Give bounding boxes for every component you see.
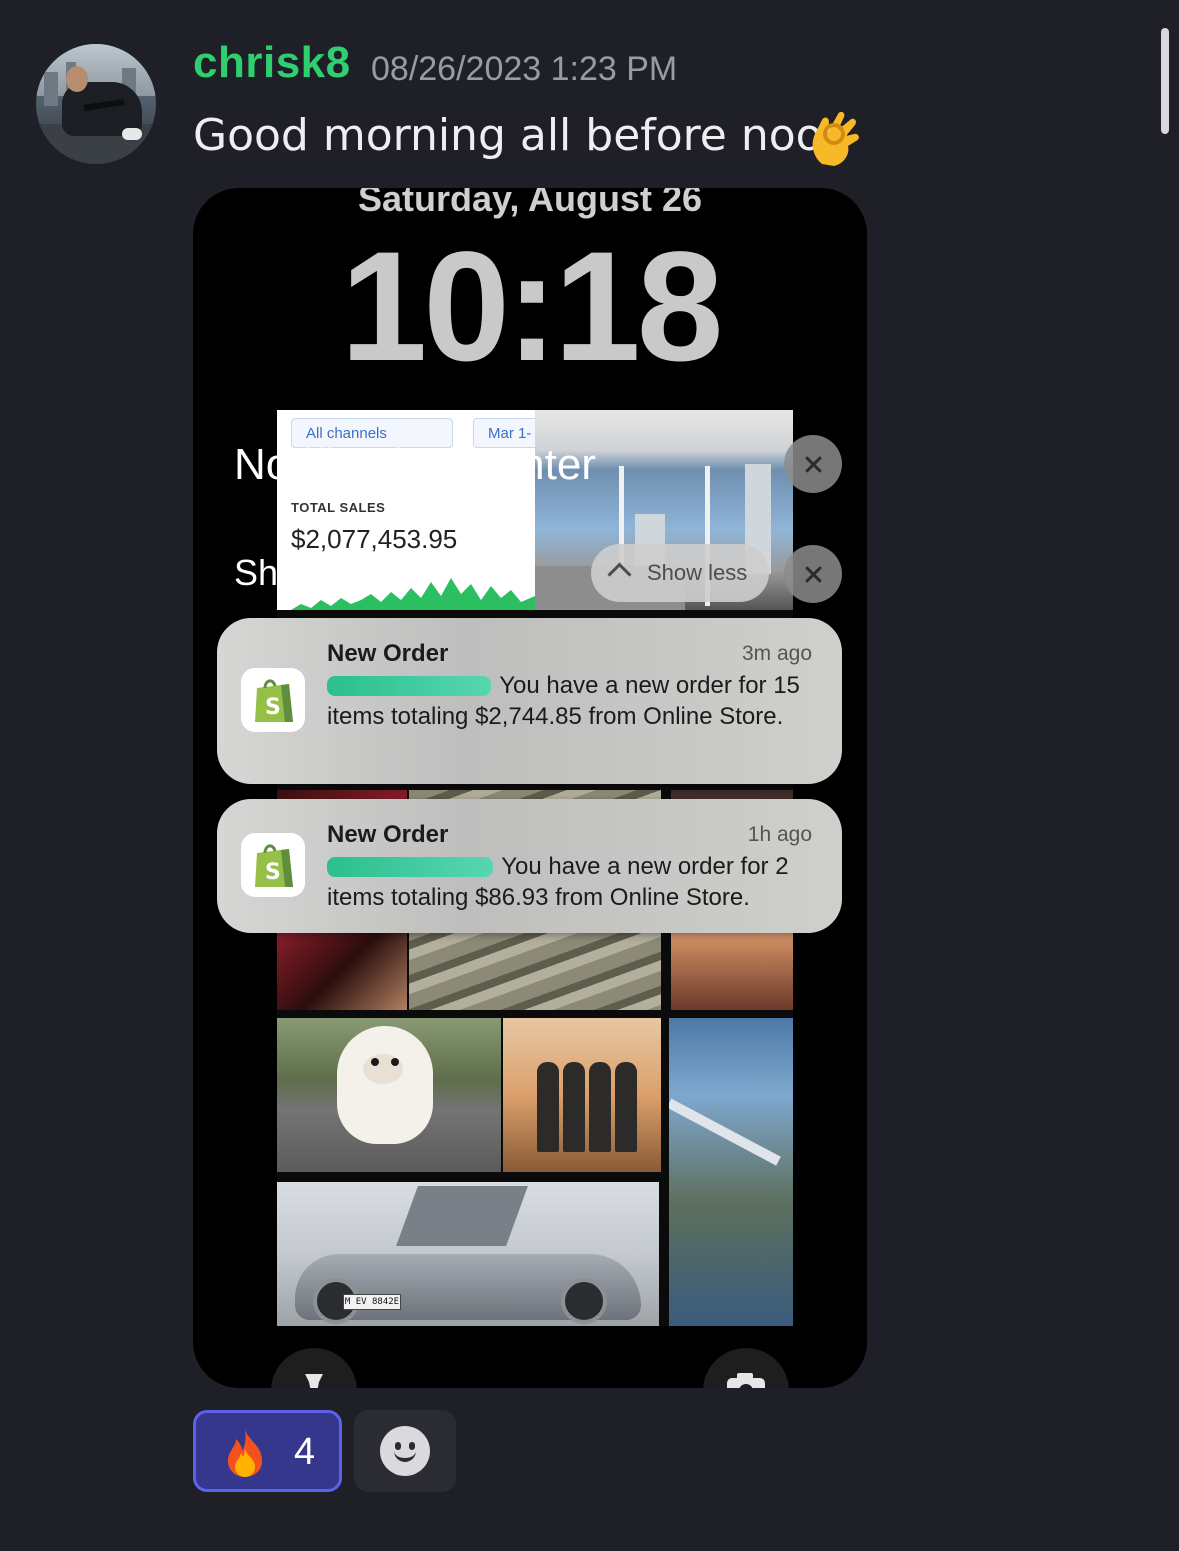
notification-center-close-icon[interactable] [784, 435, 842, 493]
username[interactable]: chrisk8 [193, 38, 351, 88]
friends-photo [503, 1018, 661, 1172]
flashlight-icon[interactable] [271, 1348, 357, 1388]
app-group-label: Shopify [234, 552, 355, 593]
lockscreen-date: Saturday, August 26 [357, 188, 703, 219]
redacted-customer-name [327, 857, 493, 877]
notification-title: New Order [327, 821, 449, 848]
avatar[interactable] [36, 44, 156, 164]
add-reaction-icon [380, 1426, 430, 1476]
notification-body: You have a new order for 15 items totali… [327, 670, 819, 732]
notification-body: You have a new order for 2 items totalin… [327, 851, 819, 913]
notification-age: 3m ago [741, 642, 812, 665]
app-group-close-icon[interactable] [784, 545, 842, 603]
ok-hand-icon [812, 111, 859, 166]
add-reaction-button[interactable] [354, 1410, 456, 1492]
show-less-button[interactable]: Show less [591, 544, 769, 602]
reaction-fire-button[interactable]: 4 [193, 1410, 342, 1492]
notification-age: 1h ago [747, 823, 812, 846]
message-timestamp: 08/26/2023 1:23 PM [371, 50, 678, 88]
notification-center-title: Notification Center [234, 440, 596, 489]
reaction-count: 4 [294, 1431, 316, 1473]
show-less-label: Show less [647, 560, 748, 585]
airplane-window-photo [669, 1018, 793, 1326]
notification-card[interactable]: S New Order 3m ago You have a new order … [217, 618, 842, 784]
sports-car-photo: M EV 8842E [277, 1182, 659, 1326]
lockscreen-screenshot[interactable]: Saturday, August 26 10:18 All channels M… [193, 188, 867, 1388]
camera-icon[interactable] [703, 1348, 789, 1388]
message-text: Good morning all before noon [193, 110, 851, 161]
svg-text:S: S [265, 695, 281, 720]
svg-text:S: S [265, 860, 281, 885]
license-plate: M EV 8842E [343, 1294, 401, 1310]
notification-card[interactable]: S New Order 1h ago You have a new order … [217, 799, 842, 933]
total-sales-value: $2,077,453.95 [291, 524, 458, 554]
shopify-icon: S [241, 833, 305, 897]
shopify-icon: S [241, 668, 305, 732]
notification-title: New Order [327, 640, 449, 667]
lockscreen-time: 10:18 [340, 220, 724, 394]
total-sales-label: TOTAL SALES [291, 500, 386, 515]
puppy-photo [277, 1018, 501, 1172]
scrollbar[interactable] [1161, 28, 1169, 134]
chevron-up-icon [607, 562, 632, 587]
redacted-customer-name [327, 676, 491, 696]
fire-icon [228, 1429, 262, 1477]
